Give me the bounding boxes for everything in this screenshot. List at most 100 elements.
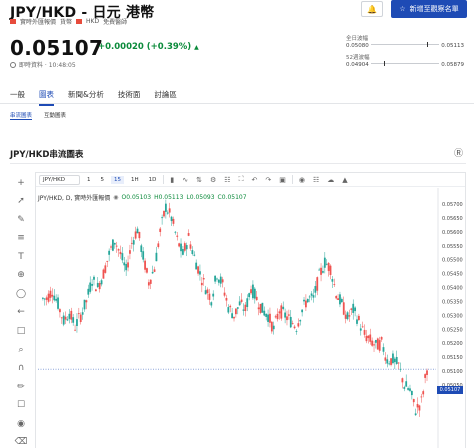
meta-disclaimer[interactable]: 免費醫師 — [103, 17, 127, 26]
undo-icon[interactable]: ↶ — [249, 176, 259, 184]
fullscreen-icon[interactable]: ⛶ — [237, 175, 246, 184]
candle-body — [410, 390, 413, 396]
alert-icon[interactable]: ▲ — [340, 176, 349, 184]
candle-body — [287, 314, 290, 316]
zoom-icon[interactable]: ⌕ — [15, 344, 27, 356]
candle-body — [164, 203, 167, 212]
candle-body — [45, 297, 48, 300]
candle-body — [81, 312, 84, 315]
candle-body — [216, 278, 218, 280]
hkd-flag-icon — [76, 19, 83, 24]
fib-icon[interactable]: ≡ — [15, 233, 27, 245]
day-range: 全日波幅 0.05080 0.05113 — [346, 34, 464, 49]
magnet-icon[interactable]: ∩ — [15, 362, 27, 374]
week52-range-low: 0.04904 — [346, 62, 369, 68]
candle-body — [384, 357, 387, 361]
candle-body — [253, 288, 256, 299]
candle-body — [161, 217, 164, 219]
candle-body — [55, 298, 58, 301]
candle-body — [327, 262, 330, 271]
candlestick-chart[interactable]: 0.05700 0.05650 0.05600 0.05550 0.05500 0.054… — [36, 188, 465, 448]
alert-button[interactable]: 🔔 — [361, 1, 383, 17]
pattern-icon[interactable]: ⊕ — [15, 270, 27, 282]
candle-body — [185, 245, 188, 250]
cloud-icon[interactable]: ☁ — [325, 176, 336, 184]
timeframe-5[interactable]: 5 — [98, 176, 108, 184]
candle-body — [303, 299, 305, 302]
lock-icon[interactable]: ☐ — [15, 399, 27, 411]
trash-icon[interactable]: ⌫ — [15, 436, 28, 448]
candle-body — [57, 297, 59, 309]
lock-draw-icon[interactable]: ✏ — [15, 381, 27, 393]
candle-body — [375, 340, 377, 343]
candle-body — [335, 295, 338, 299]
settings-icon[interactable]: ⚙ — [208, 176, 218, 184]
candle-body — [246, 298, 249, 307]
candle-body — [416, 403, 419, 408]
expand-icon[interactable]: Ⓡ — [454, 146, 463, 159]
ruler-icon[interactable]: □ — [15, 325, 27, 337]
star-icon: ☆ — [399, 5, 406, 13]
watchlist-label: 新增至觀察名單 — [409, 5, 459, 13]
timeframe-15[interactable]: 15 — [111, 175, 125, 184]
candle-body — [227, 307, 230, 313]
candle-type-icon[interactable]: ▮ — [168, 176, 176, 184]
candle-body — [395, 356, 398, 364]
candle-body — [199, 271, 201, 275]
add-to-watchlist-button[interactable]: ☆ 新增至觀察名單 — [391, 0, 467, 18]
candle-body — [380, 336, 383, 340]
eye-icon[interactable]: ◉ — [15, 418, 27, 430]
candle-body — [248, 293, 251, 298]
chart-subtabs: 串流圖表 互動圖表 — [10, 111, 66, 120]
candle-body — [72, 317, 75, 323]
save-layout-icon[interactable]: ☷ — [311, 176, 321, 184]
compare-icon[interactable]: ⇅ — [194, 176, 204, 184]
candle-body — [130, 242, 133, 244]
candle-body — [388, 363, 391, 365]
candle-body — [318, 269, 321, 271]
shapes-icon[interactable]: ◯ — [15, 288, 27, 300]
brush-icon[interactable]: ✎ — [15, 214, 27, 226]
candle-body — [361, 326, 364, 328]
candle-body — [146, 268, 148, 273]
symbol-search[interactable]: JPY/HKD — [39, 174, 81, 185]
layout-icon[interactable]: ▣ — [277, 176, 288, 184]
timeframe-1h[interactable]: 1H — [128, 176, 142, 184]
candle-body — [342, 302, 345, 315]
redo-icon[interactable]: ↷ — [263, 176, 273, 184]
candle-body — [98, 282, 101, 290]
y-tick-label: 0.05400 — [442, 286, 463, 292]
subtab-interactive-chart[interactable]: 互動圖表 — [44, 111, 66, 120]
candle-body — [346, 312, 349, 320]
subtab-streaming-chart[interactable]: 串流圖表 — [10, 111, 33, 120]
meta-type: 貨幣 — [60, 19, 73, 26]
candle-body — [151, 271, 154, 274]
trend-line-icon[interactable]: ➚ — [15, 196, 27, 208]
templates-icon[interactable]: ☷ — [222, 176, 232, 184]
candle-body — [53, 295, 56, 301]
timeframe-1[interactable]: 1 — [84, 176, 94, 184]
candle-body — [166, 212, 169, 214]
candle-body — [223, 292, 226, 296]
candle-body — [110, 246, 112, 248]
candle-body — [407, 388, 409, 390]
crosshair-icon[interactable]: + — [15, 177, 27, 189]
indicators-icon[interactable]: ∿ — [180, 176, 190, 184]
candle-body — [174, 231, 177, 233]
candle-body — [93, 276, 95, 280]
candle-body — [123, 262, 126, 266]
last-price: 0.05107 — [10, 36, 104, 60]
candle-body — [89, 282, 92, 292]
candle-body — [112, 239, 114, 251]
candle-body — [115, 245, 118, 247]
candle-body — [305, 300, 307, 308]
camera-icon[interactable]: ◉ — [297, 176, 307, 184]
candle-body — [212, 293, 215, 297]
candle-body — [47, 293, 50, 302]
candle-body — [274, 316, 277, 318]
timeframe-1d[interactable]: 1D — [146, 176, 160, 184]
arrow-left-icon[interactable]: ← — [15, 307, 27, 319]
candle-body — [365, 335, 368, 342]
candle-body — [284, 312, 286, 318]
text-icon[interactable]: T — [15, 251, 27, 263]
